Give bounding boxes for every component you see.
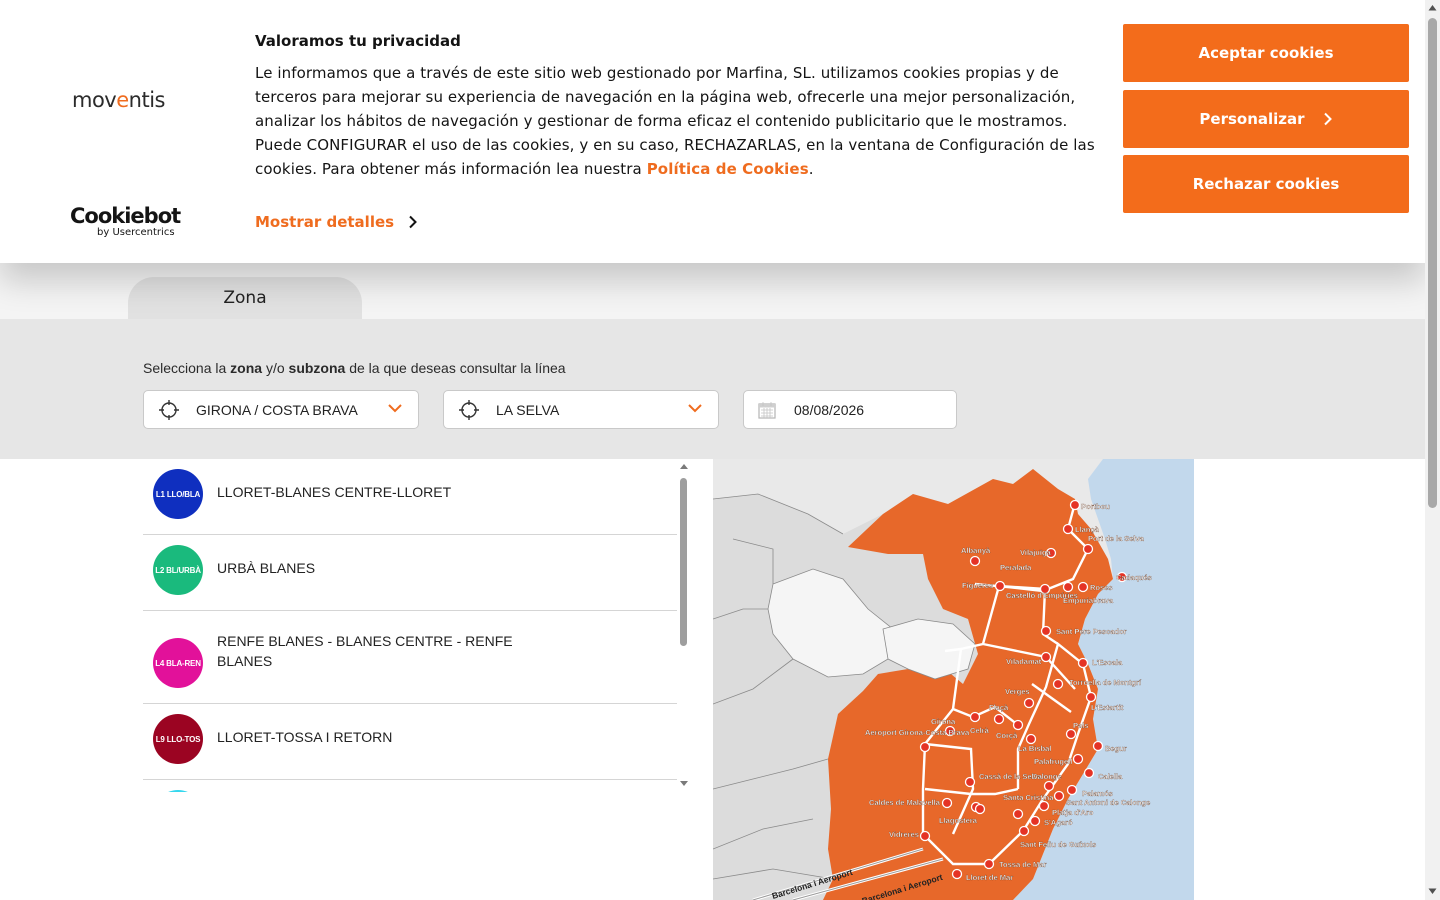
subzone-select-value: LA SELVA: [496, 402, 560, 418]
map-label: Llançà: [1075, 525, 1100, 534]
line-item[interactable]: L1 LLO/BLA LLORET-BLANES CENTRE-LLORET: [143, 460, 677, 535]
map-label: Tossa de Mar: [999, 860, 1046, 869]
map-label: Celrà: [970, 726, 990, 735]
cookie-banner: moventis Cookiebot by Usercentrics Valor…: [0, 0, 1425, 263]
line-name: LLORET-BLANES CENTRE-LLORET: [217, 484, 452, 500]
map-label: Girona: [931, 717, 956, 726]
scroll-down-arrow-icon[interactable]: [1428, 888, 1437, 895]
line-item[interactable]: L4 BLA-REN RENFE BLANES - BLANES CENTRE …: [143, 611, 677, 704]
map-label: Lloret de Mar: [966, 873, 1013, 882]
map-label: Vidreres: [889, 830, 919, 839]
line-list: L1 LLO/BLA LLORET-BLANES CENTRE-LLORET L…: [143, 460, 677, 792]
map-label: Sant Feliu de Guíxols: [1020, 840, 1096, 849]
chevron-right-icon: [409, 215, 417, 229]
map-label: Santa Cristina: [1003, 793, 1054, 802]
show-details-link[interactable]: Mostrar detalles: [255, 213, 418, 231]
tab-zona[interactable]: Zona: [128, 277, 362, 319]
zone-select[interactable]: GIRONA / COSTA BRAVA: [143, 390, 419, 429]
line-item[interactable]: L9 LLO-TOS LLORET-TOSSA I RETORN: [143, 704, 677, 780]
date-input-value: 08/08/2026: [794, 402, 865, 418]
crosshair-icon: [459, 400, 479, 420]
map-label: Flaçà: [989, 703, 1009, 712]
map-label: Platja d'Aro: [1052, 808, 1094, 817]
cookiebot-subtitle: by Usercentrics: [97, 227, 175, 238]
map-label: Calella: [1098, 772, 1123, 781]
crosshair-icon: [159, 400, 179, 420]
map-label: Portbou: [1081, 502, 1110, 511]
network-map[interactable]: Portbou Llançà Port de la Selva Cadaqués…: [713, 459, 1194, 900]
chevron-right-icon: [1323, 112, 1332, 126]
page-scrollbar[interactable]: [1425, 0, 1440, 900]
map-label: Cassà de la Selva: [979, 772, 1043, 781]
line-name: RENFE BLANES - BLANES CENTRE - RENFE BLA…: [217, 633, 513, 669]
reject-cookies-button[interactable]: Rechazar cookies: [1123, 155, 1409, 213]
brand-logo: moventis: [72, 88, 165, 112]
map-label: Llagostera: [939, 816, 978, 825]
map-label: Begur: [1105, 744, 1127, 753]
accept-cookies-button[interactable]: Aceptar cookies: [1123, 24, 1409, 82]
filter-caption: Selecciona la zona y/o subzona de la que…: [143, 360, 566, 376]
map-label: Aeroport Girona-Costa Brava: [865, 728, 970, 737]
cookie-policy-link[interactable]: Política de Cookies: [647, 160, 809, 178]
line-name: URBÀ BLANES: [217, 560, 316, 576]
map-label: Palafrugell: [1034, 757, 1072, 766]
map-label: Port de la Selva: [1088, 534, 1145, 543]
map-label: Sant Pere Pescador: [1056, 627, 1127, 636]
cookiebot-logo: Cookiebot by Usercentrics: [70, 204, 181, 238]
map-label: L'Escala: [1092, 658, 1123, 667]
map-label: Cadaqués: [1116, 573, 1152, 582]
line-badge: L1 LLO/BLA: [153, 469, 203, 519]
line-list-scrollbar[interactable]: [677, 462, 691, 792]
line-badge: L9 LLO-TOS: [153, 714, 203, 764]
map-label: Palamós: [1082, 789, 1113, 798]
line-badge: L2 BL/URBÀ: [153, 545, 203, 595]
cookiebot-name: Cookiebot: [70, 204, 181, 228]
filter-panel: [0, 319, 1425, 459]
network-map-graphic: Portbou Llançà Port de la Selva Cadaqués…: [713, 459, 1194, 900]
line-badge: L4 BLA-REN: [153, 638, 203, 688]
date-input[interactable]: 08/08/2026: [743, 390, 957, 429]
map-label: Viladamat: [1006, 657, 1042, 666]
map-label: La Bisbal: [1018, 744, 1051, 753]
line-list-scroll-thumb[interactable]: [680, 478, 687, 646]
map-label: Torroella de Montgrí: [1069, 678, 1142, 687]
scroll-down-arrow-icon[interactable]: [679, 780, 689, 788]
map-label: Vilajuïga: [1020, 548, 1052, 557]
banner-title: Valoramos tu privacidad: [255, 32, 461, 50]
map-label: Pals: [1073, 721, 1088, 730]
zone-select-value: GIRONA / COSTA BRAVA: [196, 402, 358, 418]
map-label: Empuriabrava: [1063, 596, 1114, 605]
map-label: Sant Antoni de Calonge: [1066, 798, 1150, 807]
line-item[interactable]: L2 BL/URBÀ URBÀ BLANES: [143, 535, 677, 611]
map-label: Verges: [1005, 687, 1030, 696]
chevron-down-icon: [688, 404, 702, 413]
customize-cookies-button[interactable]: Personalizar: [1123, 90, 1409, 148]
map-label: Figueres: [962, 581, 993, 590]
banner-text: Le informamos que a través de este sitio…: [255, 64, 1095, 178]
chevron-down-icon: [388, 404, 402, 413]
calendar-icon: [758, 402, 776, 419]
subzone-select[interactable]: LA SELVA: [443, 390, 719, 429]
map-label: S'Agaró: [1044, 818, 1073, 827]
page-scroll-thumb[interactable]: [1428, 18, 1437, 508]
map-label: L'Estartit: [1091, 703, 1124, 712]
map-label: Albanyà: [961, 546, 991, 555]
map-label: Caldes de Malavella: [869, 798, 941, 807]
map-label: Roses: [1090, 583, 1113, 592]
map-label: Peralada: [1000, 563, 1032, 572]
line-badge: [153, 790, 203, 792]
scroll-up-arrow-icon[interactable]: [1428, 4, 1437, 11]
line-name: LLORET-TOSSA I RETORN: [217, 729, 393, 745]
map-label: Corçà: [996, 731, 1018, 740]
scroll-up-arrow-icon[interactable]: [679, 462, 689, 470]
